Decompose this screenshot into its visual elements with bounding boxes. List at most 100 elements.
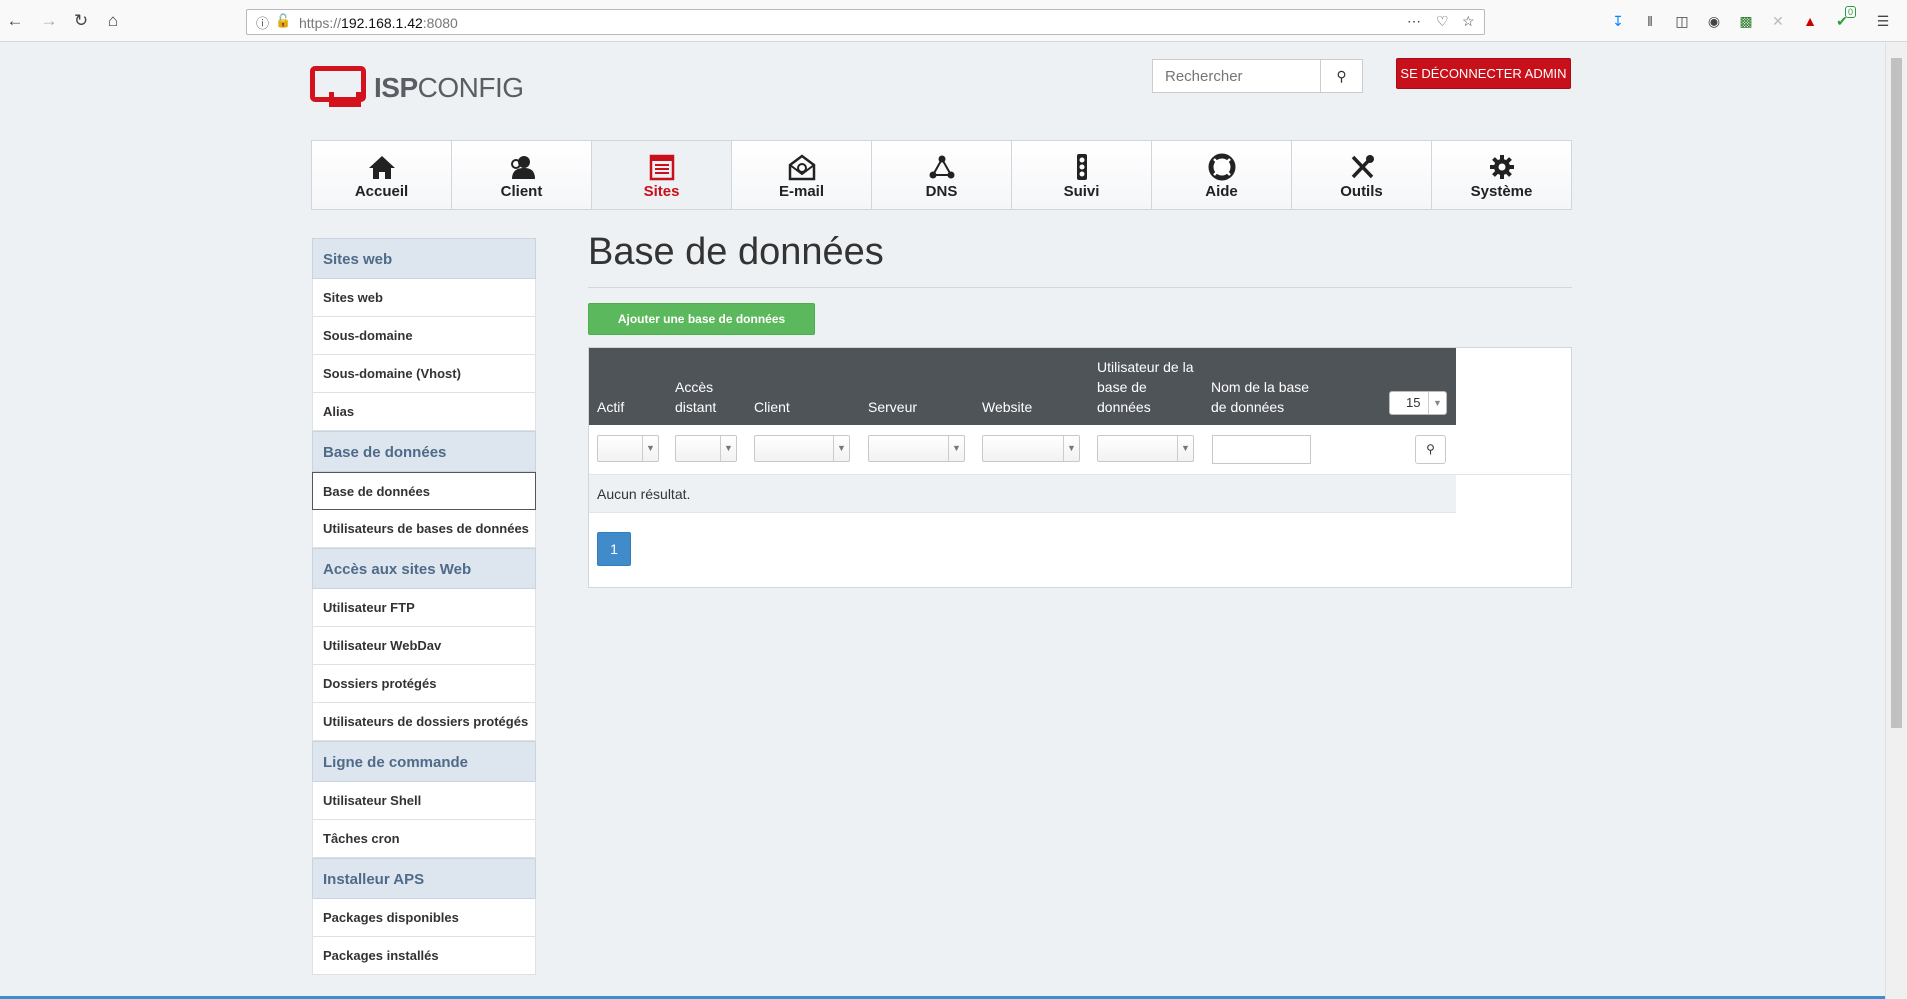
- table-header: Actif Accès distant Client Serveur Websit…: [589, 348, 1456, 425]
- column-header-acces-distant[interactable]: Accès distant: [675, 377, 716, 417]
- url-text[interactable]: https://192.168.1.42:8080: [299, 15, 458, 31]
- download-icon[interactable]: ↧: [1608, 11, 1628, 31]
- no-result-row: Aucun résultat.: [589, 475, 1456, 513]
- chevron-down-icon: ▼: [833, 436, 849, 461]
- per-page-select[interactable]: 15 ▼: [1389, 391, 1447, 415]
- nav-tab-label: Client: [500, 183, 543, 200]
- nav-tab-accueil[interactable]: Accueil: [312, 141, 452, 209]
- nav-tab-systeme[interactable]: Système: [1432, 141, 1571, 209]
- filter-utilisateur-select[interactable]: ▼: [1097, 435, 1194, 462]
- page-actions-icon[interactable]: ⋯: [1407, 13, 1421, 30]
- nav-tab-outils[interactable]: Outils: [1292, 141, 1432, 209]
- chevron-down-icon: ▼: [642, 436, 658, 461]
- reload-icon[interactable]: ↻: [70, 10, 92, 32]
- sidebar-section-acces-sites: Accès aux sites Web: [312, 548, 536, 589]
- column-header-client[interactable]: Client: [754, 397, 790, 417]
- column-header-website[interactable]: Website: [982, 397, 1032, 417]
- menu-icon[interactable]: ☰: [1873, 11, 1893, 31]
- sidebar-item-utilisateurs-bdd[interactable]: Utilisateurs de bases de données: [312, 510, 536, 548]
- email-icon: [788, 154, 815, 181]
- extension-off-icon[interactable]: ✕: [1768, 11, 1788, 31]
- sidebar-item-alias[interactable]: Alias: [312, 393, 536, 431]
- pdf-icon[interactable]: ▲: [1800, 11, 1820, 31]
- filter-search-button[interactable]: ⚲: [1415, 435, 1446, 464]
- column-header-line: données: [1097, 399, 1151, 415]
- sidebar-item-sous-domaine[interactable]: Sous-domaine: [312, 317, 536, 355]
- shield-icon[interactable]: ✔ 0: [1832, 6, 1856, 31]
- url-host: 192.168.1.42: [341, 15, 423, 31]
- per-page-value: 15: [1406, 395, 1421, 410]
- sidebar-item-utilisateur-shell[interactable]: Utilisateur Shell: [312, 782, 536, 820]
- column-header-line: base de: [1097, 379, 1147, 395]
- sidebar-item-base-de-donnees[interactable]: Base de données: [312, 472, 536, 510]
- logout-button[interactable]: SE DÉCONNECTER ADMIN: [1396, 58, 1571, 89]
- filter-serveur-select[interactable]: ▼: [868, 435, 965, 462]
- lock-warning-icon: 🔓: [275, 13, 292, 28]
- filter-nom-base-input[interactable]: [1212, 435, 1311, 464]
- search-button[interactable]: ⚲: [1320, 59, 1363, 93]
- column-header-actif[interactable]: Actif: [597, 397, 624, 417]
- info-icon[interactable]: ⓘ: [256, 13, 269, 32]
- nav-tab-email[interactable]: E-mail: [732, 141, 872, 209]
- pocket-icon[interactable]: ♡: [1436, 13, 1449, 30]
- sidebar-item-sous-domaine-vhost[interactable]: Sous-domaine (Vhost): [312, 355, 536, 393]
- column-header-serveur[interactable]: Serveur: [868, 397, 917, 417]
- sidebar-item-utilisateurs-dossiers-proteges[interactable]: Utilisateurs de dossiers protégés: [312, 703, 536, 741]
- chevron-down-icon: ▼: [1177, 436, 1193, 461]
- search-icon: ⚲: [1426, 442, 1435, 456]
- column-header-nom-base[interactable]: Nom de la base de données: [1211, 377, 1309, 417]
- filter-website-select[interactable]: ▼: [982, 435, 1080, 462]
- address-bar[interactable]: ⓘ 🔓 https://192.168.1.42:8080 ⋯ ♡ ☆: [246, 9, 1485, 35]
- nav-tab-aide[interactable]: Aide: [1152, 141, 1292, 209]
- database-table: Actif Accès distant Client Serveur Websit…: [588, 347, 1573, 588]
- nav-tab-suivi[interactable]: Suivi: [1012, 141, 1152, 209]
- library-icon[interactable]: ‖: [1640, 11, 1660, 31]
- back-icon[interactable]: ←: [4, 10, 26, 32]
- extension-icon[interactable]: ▩: [1736, 11, 1756, 31]
- scrollbar-thumb[interactable]: [1891, 58, 1902, 728]
- sidebar-item-utilisateur-webdav[interactable]: Utilisateur WebDav: [312, 627, 536, 665]
- sidebar-item-utilisateur-ftp[interactable]: Utilisateur FTP: [312, 589, 536, 627]
- bookmark-star-icon[interactable]: ☆: [1462, 13, 1475, 30]
- page-content: ISPCONFIG ⚲ SE DÉCONNECTER ADMIN Accueil…: [0, 42, 1885, 999]
- nav-tab-label: E-mail: [778, 183, 824, 200]
- sidebar-item-dossiers-proteges[interactable]: Dossiers protégés: [312, 665, 536, 703]
- help-icon: [1208, 153, 1235, 181]
- sidebar-item-packages-installes[interactable]: Packages installés: [312, 937, 536, 975]
- nav-tab-sites[interactable]: Sites: [592, 141, 732, 209]
- search-input[interactable]: [1152, 59, 1321, 93]
- filter-actif-select[interactable]: ▼: [597, 435, 659, 462]
- dns-icon: [929, 155, 954, 179]
- column-header-line: Utilisateur de la: [1097, 359, 1194, 375]
- nav-tab-dns[interactable]: DNS: [872, 141, 1012, 209]
- logo-light: CONFIG: [417, 72, 524, 103]
- home-browser-icon[interactable]: ⌂: [102, 10, 124, 32]
- sites-icon: [649, 154, 674, 181]
- add-database-button[interactable]: Ajouter une base de données: [588, 303, 815, 335]
- search-icon: ⚲: [1336, 68, 1347, 84]
- addon-badge: 0: [1844, 6, 1856, 18]
- sidebar-item-taches-cron[interactable]: Tâches cron: [312, 820, 536, 858]
- sidebar-section-sites-web: Sites web: [312, 238, 536, 279]
- nav-tab-client[interactable]: Client: [452, 141, 592, 209]
- url-port: :8080: [422, 15, 458, 31]
- filter-client-select[interactable]: ▼: [754, 435, 850, 462]
- sidebar-item-packages-disponibles[interactable]: Packages disponibles: [312, 899, 536, 937]
- vertical-scrollbar[interactable]: [1885, 42, 1907, 999]
- sidebar-toggle-icon[interactable]: ◫: [1672, 11, 1692, 31]
- home-icon: [368, 156, 395, 179]
- sidebar-item-sites-web[interactable]: Sites web: [312, 279, 536, 317]
- column-header-utilisateur[interactable]: Utilisateur de la base de données: [1097, 357, 1194, 417]
- sidebar-section-base-de-donnees: Base de données: [312, 431, 536, 472]
- nav-tab-label: Système: [1470, 183, 1533, 200]
- chevron-down-icon: ▼: [720, 436, 736, 461]
- sidebar-section-installeur-aps: Installeur APS: [312, 858, 536, 899]
- title-divider: [588, 287, 1572, 288]
- logo-mark-icon: [310, 66, 366, 107]
- filter-acces-distant-select[interactable]: ▼: [675, 435, 737, 462]
- forward-icon[interactable]: →: [38, 10, 60, 32]
- ispconfig-logo[interactable]: ISPCONFIG: [310, 62, 524, 108]
- account-icon[interactable]: ◉: [1704, 11, 1724, 31]
- pagination-page-1[interactable]: 1: [597, 532, 631, 566]
- logo-bold: ISP: [374, 72, 418, 103]
